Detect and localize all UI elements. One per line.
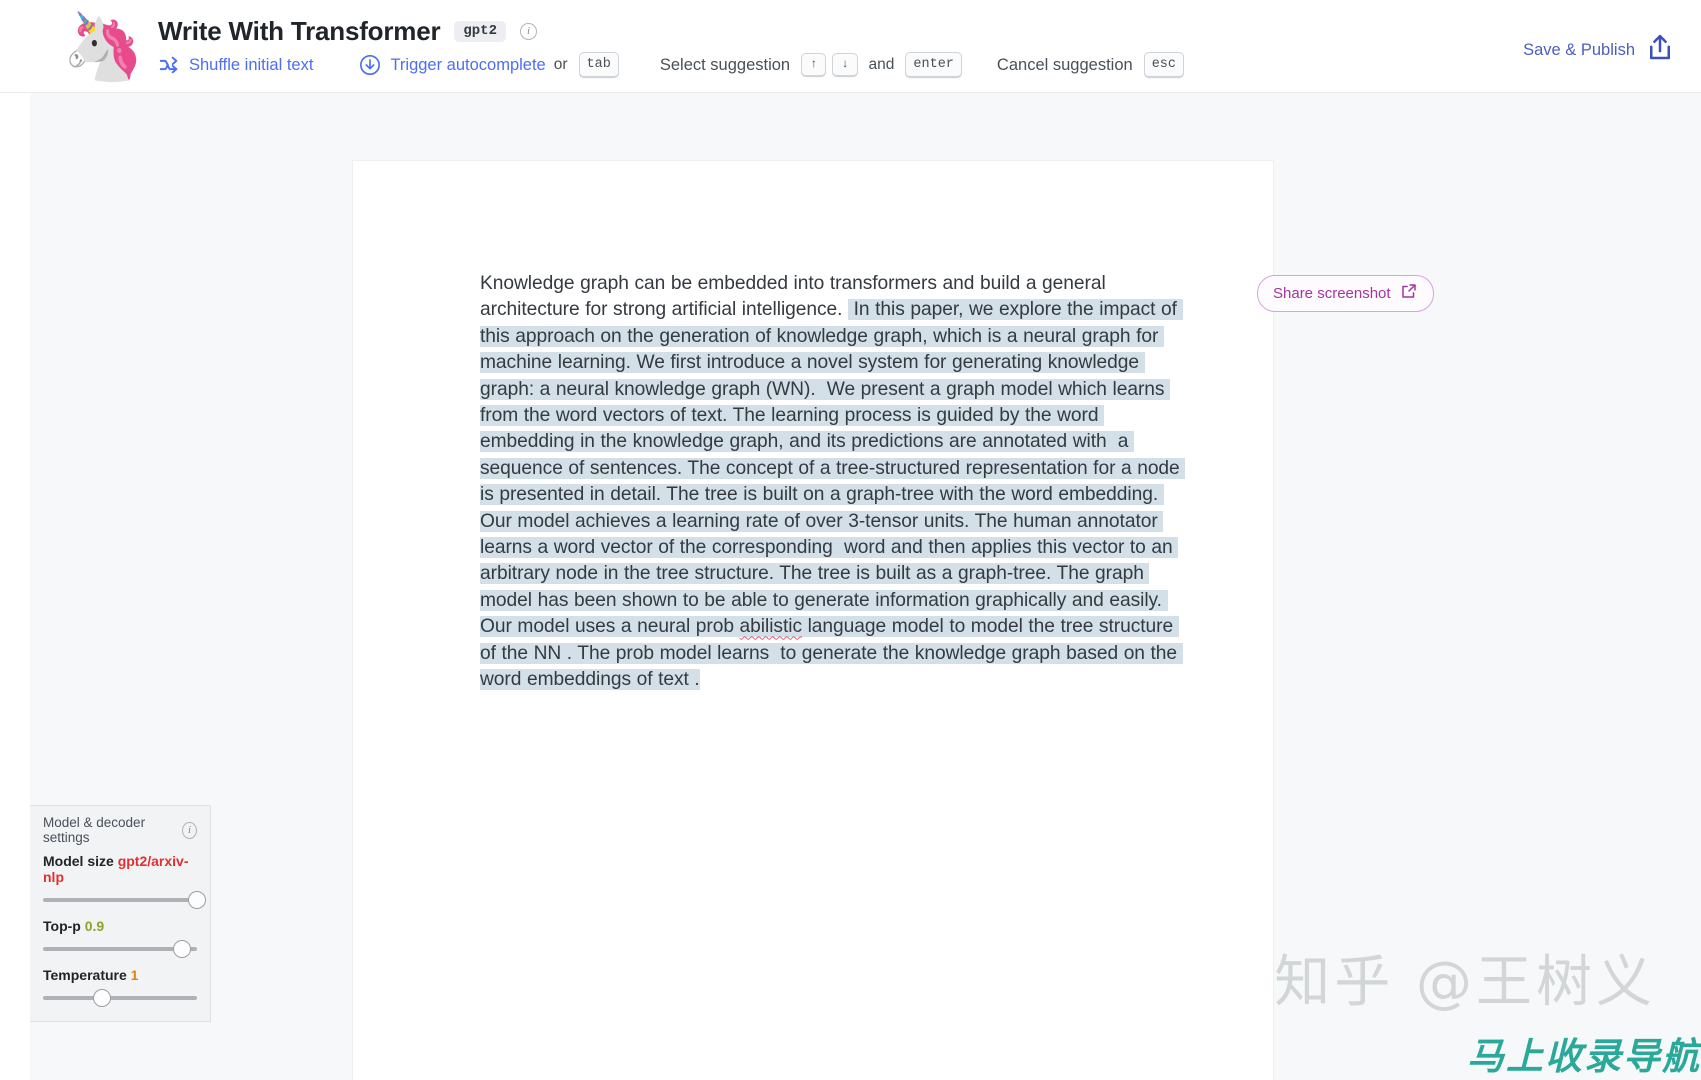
enter-key[interactable]: enter [905, 51, 962, 79]
or-word: or [553, 56, 568, 73]
tab-key[interactable]: tab [578, 51, 619, 79]
model-decoder-settings-panel: Model & decoder settings i Model size gp… [30, 805, 211, 1022]
select-suggestion-label: Select suggestion [659, 55, 791, 74]
esc-key[interactable]: esc [1143, 51, 1184, 79]
misspelled-word: abilistic [739, 616, 802, 638]
download-arrow-icon [359, 54, 381, 76]
page-title: Write With Transformer [158, 16, 441, 46]
setting-temperature: Temperature 1 [43, 967, 197, 1008]
slider-rail [43, 996, 197, 1000]
app-root: 🦄 Write With Transformer gpt2 i Shuffle … [0, 0, 1701, 1080]
app-toolbar: 🦄 Write With Transformer gpt2 i Shuffle … [0, 0, 1701, 93]
workspace: Knowledge graph can be embedded into tra… [30, 93, 1701, 1080]
external-link-icon [1400, 282, 1418, 304]
slider-knob[interactable] [172, 940, 191, 958]
slider-knob[interactable] [92, 989, 111, 1007]
share-screenshot-label: Share screenshot [1273, 284, 1391, 302]
trigger-autocomplete-button[interactable]: Trigger autocomplete or tab [359, 51, 621, 79]
setting-temperature-label: Temperature 1 [43, 967, 197, 983]
info-circle-icon[interactable]: i [182, 821, 197, 839]
setting-temperature-value: 1 [130, 967, 139, 983]
save-and-publish-button[interactable]: Save & Publish [1523, 33, 1675, 68]
generated-text-part-a: In this paper, we explore the impact of … [480, 299, 1186, 638]
arrow-up-key[interactable]: ↑ [801, 53, 827, 77]
label-text: Temperature [43, 967, 127, 983]
setting-top-p: Top-p 0.9 [43, 918, 197, 959]
nav-watermark: 马上收录导航 [1467, 1035, 1701, 1078]
autocomplete-label: Trigger autocomplete [390, 55, 546, 74]
top-p-slider[interactable] [43, 939, 197, 959]
upload-share-icon [1645, 33, 1675, 68]
info-circle-icon[interactable]: i [519, 23, 537, 40]
cancel-suggestion-label: Cancel suggestion [996, 55, 1133, 74]
editor-text[interactable]: Knowledge graph can be embedded into tra… [480, 271, 1186, 694]
share-screenshot-button[interactable]: Share screenshot [1257, 275, 1434, 312]
arrow-down-key[interactable]: ↓ [832, 53, 858, 77]
setting-model-size: Model size gpt2/arxiv-nlp [43, 853, 206, 910]
unicorn-logo-icon: 🦄 [62, 9, 145, 83]
shuffle-icon [158, 54, 180, 76]
settings-panel-title: Model & decoder settings [43, 815, 146, 845]
model-size-slider[interactable] [43, 890, 206, 910]
slider-rail [43, 898, 197, 902]
title-row: Write With Transformer gpt2 i [158, 16, 537, 47]
setting-top-p-label: Top-p 0.9 [43, 918, 197, 934]
and-word: and [868, 56, 895, 73]
label-text: Top-p [43, 918, 81, 934]
editor-sheet[interactable]: Knowledge graph can be embedded into tra… [353, 161, 1273, 1080]
label-text: Model size [43, 853, 114, 869]
zhihu-watermark: 知乎 @王树义 [1274, 950, 1656, 1015]
setting-top-p-value: 0.9 [84, 918, 105, 934]
save-and-publish-label: Save & Publish [1523, 41, 1635, 59]
settings-panel-header: Model & decoder settings i [43, 815, 197, 845]
cancel-suggestion-hint: Cancel suggestion esc [996, 51, 1187, 79]
setting-model-size-label: Model size gpt2/arxiv-nlp [43, 853, 197, 885]
shuffle-initial-text-button[interactable]: Shuffle initial text [158, 54, 313, 76]
shuffle-label: Shuffle initial text [189, 55, 314, 74]
select-suggestion-hint: Select suggestion ↑ ↓ and enter [659, 51, 965, 79]
temperature-slider[interactable] [43, 988, 197, 1008]
slider-knob[interactable] [188, 891, 206, 909]
shortcut-bar: Shuffle initial text Trigger autocomplet… [158, 51, 1187, 79]
model-badge[interactable]: gpt2 [454, 21, 506, 42]
